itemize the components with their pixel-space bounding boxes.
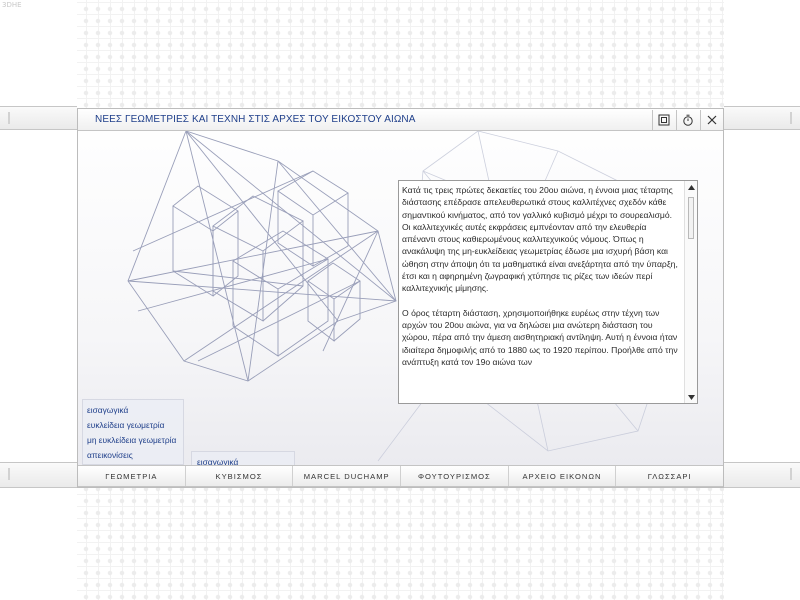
close-button[interactable] <box>700 110 722 130</box>
timer-icon <box>682 114 693 126</box>
paragraph: Ο όρος τέταρτη διάσταση, χρησιμοποιήθηκε… <box>402 307 678 367</box>
main-window: ΝΕΕΣ ΓΕΩΜΕΤΡΙΕΣ ΚΑΙ ΤΕΧΝΗ ΣΤΙΣ ΑΡΧΕΣ ΤΟΥ… <box>77 108 724 488</box>
nav-item-image-archive[interactable]: ΑΡΧΕΙΟ ΕΙΚΟΝΩΝ <box>509 466 617 486</box>
scroll-thumb[interactable] <box>688 197 694 239</box>
window-title: ΝΕΕΣ ΓΕΩΜΕΤΡΙΕΣ ΚΑΙ ΤΕΧΝΗ ΣΤΙΣ ΑΡΧΕΣ ΤΟΥ… <box>95 114 416 125</box>
geometry-submenu: εισαγωγικά ευκλείδεια γεωμετρία μη ευκλε… <box>82 399 184 465</box>
text-content: Κατά τις τρεις πρώτες δεκαετίες του 20ου… <box>399 181 683 403</box>
scroll-up-button[interactable] <box>685 181 697 193</box>
paragraph: Κατά τις τρεις πρώτες δεκαετίες του 20ου… <box>402 185 678 294</box>
close-icon <box>707 115 716 125</box>
nav-item-futurism[interactable]: ΦΟΥΤΟΥΡΙΣΜΟΣ <box>401 466 509 486</box>
nav-item-geometry[interactable]: ΓΕΩΜΕΤΡΙΑ <box>78 466 186 486</box>
submenu-item-non-euclidean[interactable]: μη ευκλείδεια γεωμετρία <box>87 433 183 448</box>
timer-button[interactable] <box>676 110 698 130</box>
title-bar: ΝΕΕΣ ΓΕΩΜΕΤΡΙΕΣ ΚΑΙ ΤΕΧΝΗ ΣΤΙΣ ΑΡΧΕΣ ΤΟΥ… <box>78 109 723 131</box>
submenu-item-introduction[interactable]: εισαγωγικά <box>87 403 183 418</box>
arrow-down-icon <box>687 394 695 400</box>
fullscreen-icon <box>658 114 669 126</box>
left-rail-top <box>0 106 77 130</box>
scroll-down-button[interactable] <box>685 391 697 403</box>
text-scrollbar[interactable] <box>684 181 697 403</box>
submenu-item-depictions[interactable]: απεικονίσεις <box>87 448 183 463</box>
arrow-up-icon <box>687 184 695 190</box>
nav-item-marcel-duchamp[interactable]: MARCEL DUCHAMP <box>293 466 402 486</box>
text-panel[interactable]: Κατά τις τρεις πρώτες δεκαετίες του 20ου… <box>398 180 698 404</box>
right-rail-top <box>724 106 800 130</box>
nav-item-cubism[interactable]: ΚΥΒΙΣΜΟΣ <box>186 466 294 486</box>
nav-item-glossary[interactable]: ΓΛΩΣΣΑΡΙ <box>616 466 723 486</box>
main-navigation: ΓΕΩΜΕΤΡΙΑ ΚΥΒΙΣΜΟΣ MARCEL DUCHAMP ΦΟΥΤΟΥ… <box>78 465 723 487</box>
submenu-item-euclidean[interactable]: ευκλείδεια γεωμετρία <box>87 418 183 433</box>
corner-label: 3DHE <box>2 1 22 9</box>
fullscreen-button[interactable] <box>652 110 674 130</box>
left-rail-bottom <box>0 462 77 488</box>
right-rail-bottom <box>724 462 800 488</box>
